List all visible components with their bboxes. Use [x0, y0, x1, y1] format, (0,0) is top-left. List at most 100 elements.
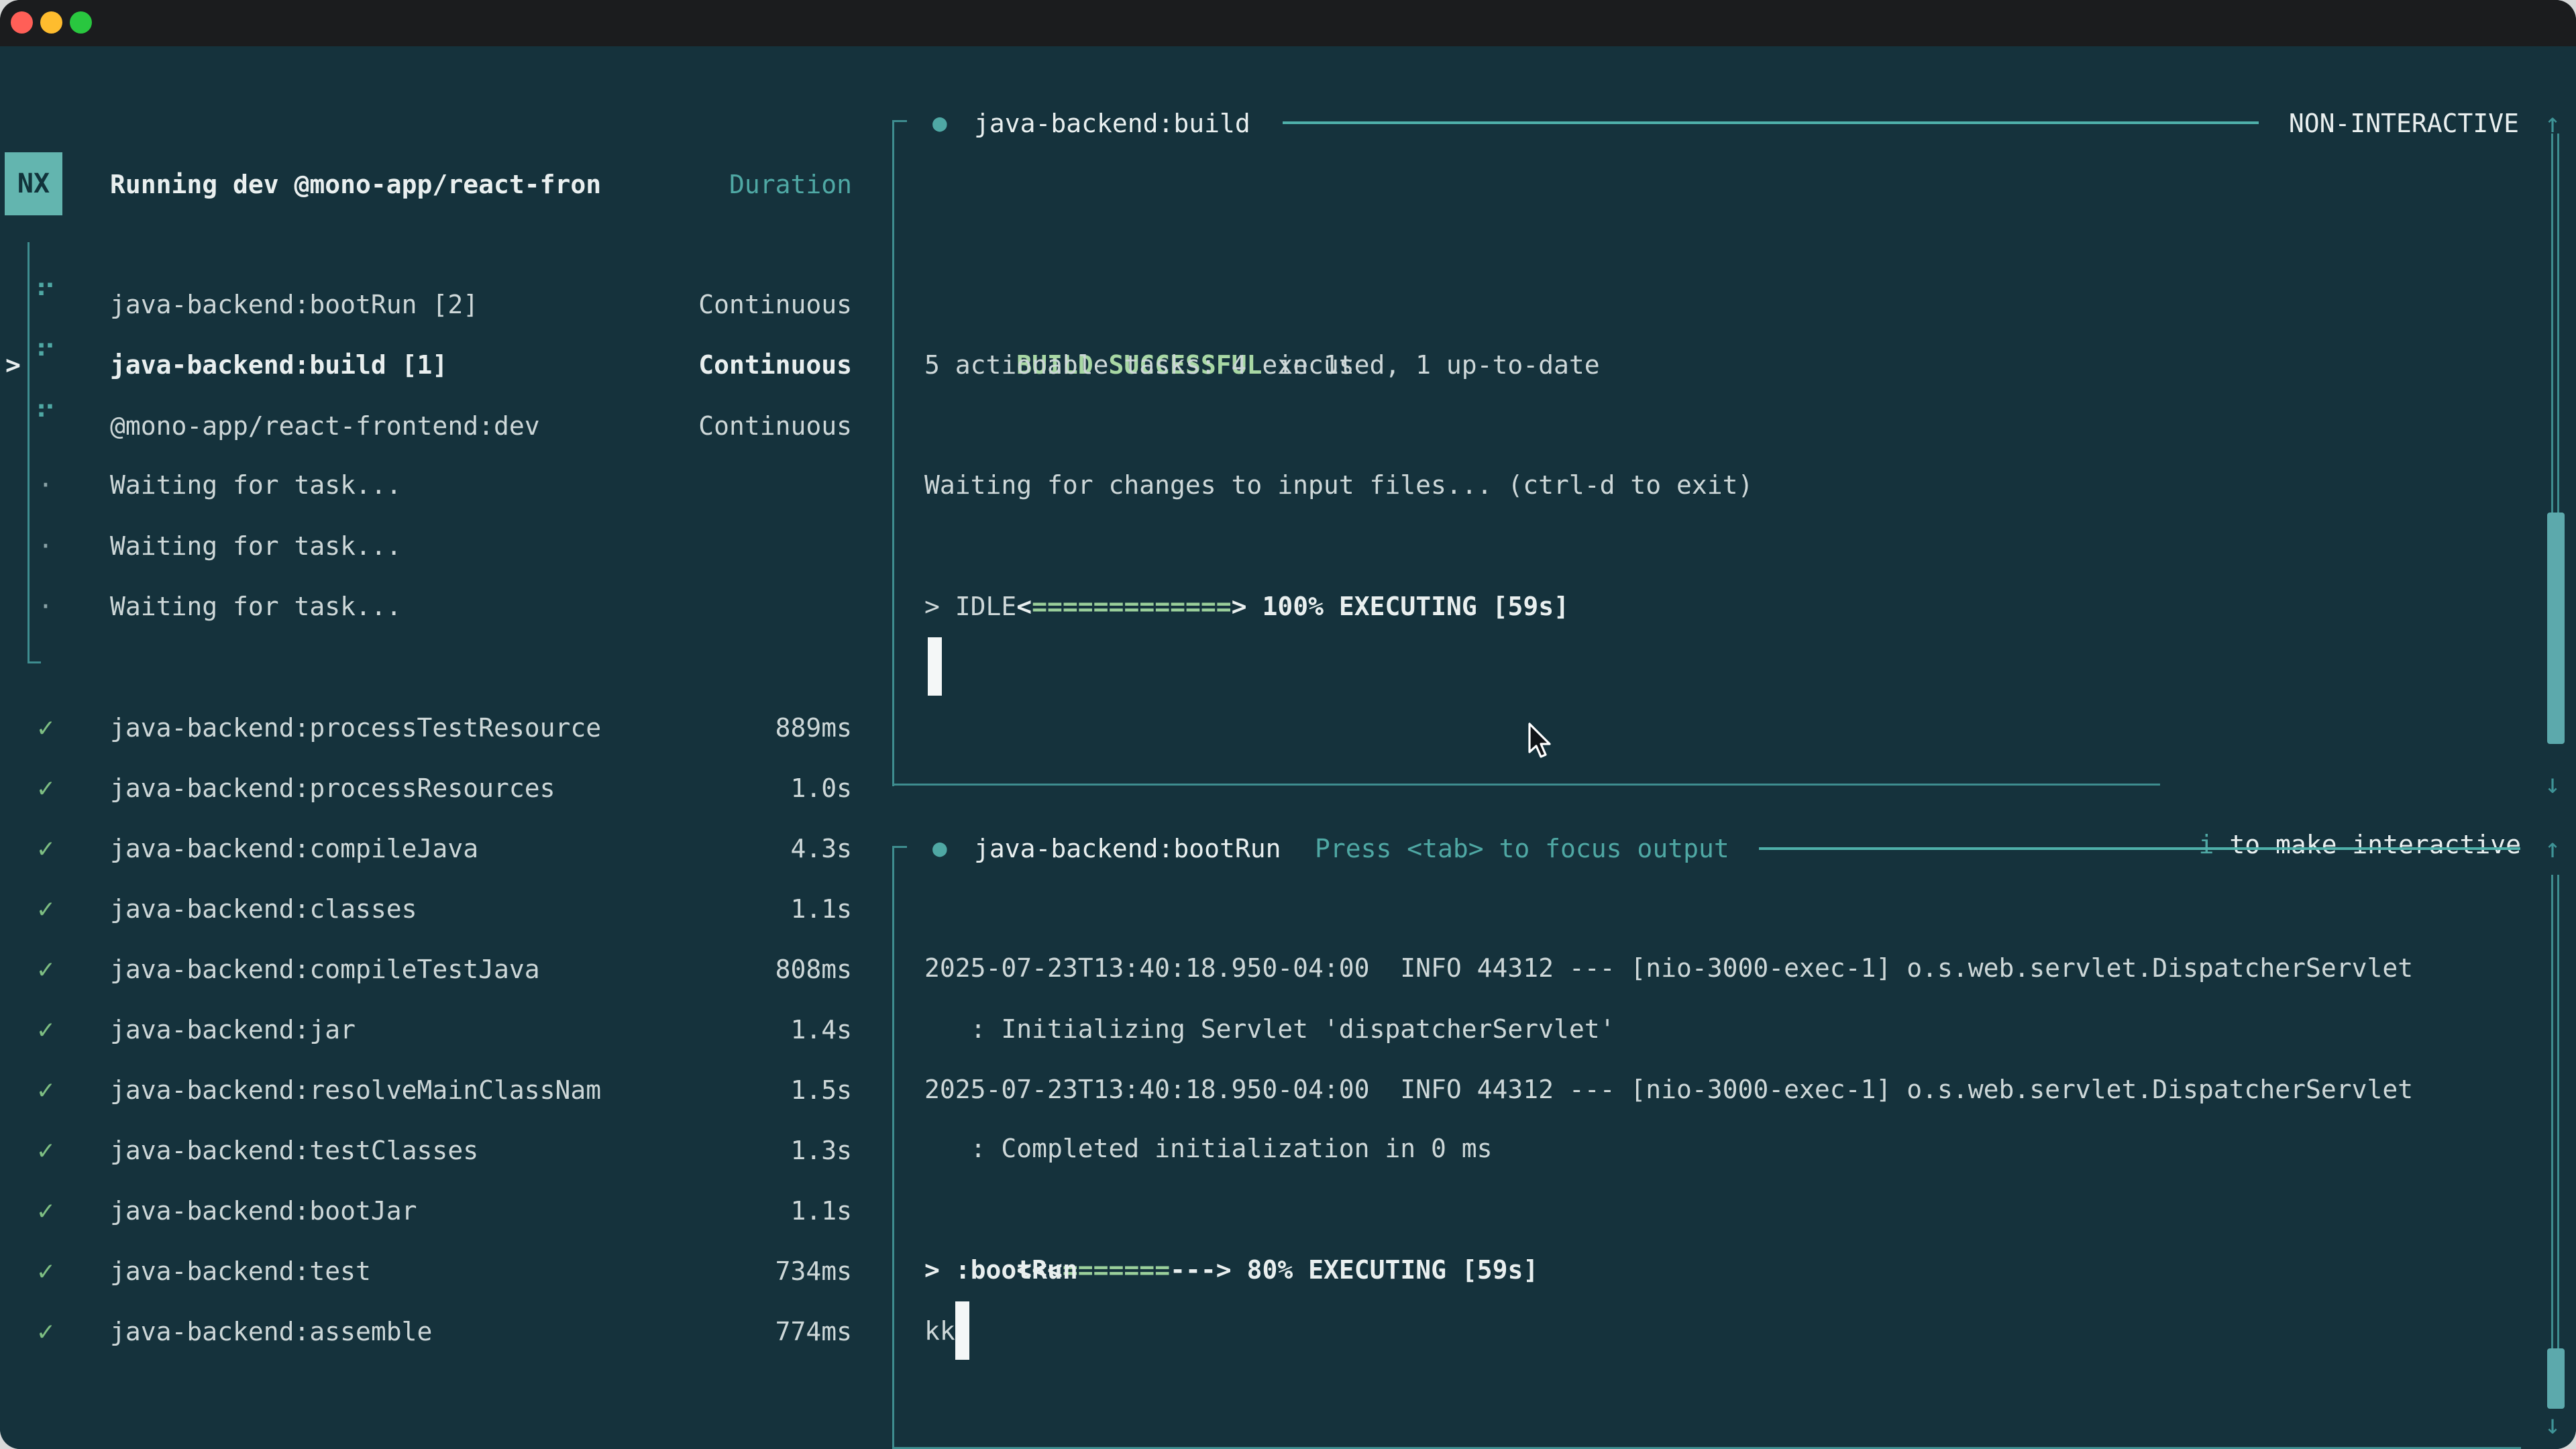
build-scrollbar-thumb[interactable] [2547, 513, 2565, 744]
zoom-button[interactable] [70, 11, 92, 34]
bootrun-prompt-line: > :bootRun [924, 1240, 1078, 1300]
pagination: ← 1/2 → [25, 1422, 163, 1449]
task-status: Continuous [698, 335, 852, 395]
task-row-bootrun[interactable]: java-backend:bootRun [2] Continuous [110, 274, 852, 335]
keyboard-hints: quit: q help: ? [682, 1422, 851, 1449]
gradle-progress-bar: <=============>100% EXECUTING [59s] [924, 516, 1569, 576]
task-duration: 4.3s [790, 818, 852, 879]
build-panel-bottom-border [892, 784, 2160, 786]
log-line: 2025-07-23T13:40:18.950-04:00 INFO 44312… [924, 1059, 2413, 1120]
check-icon: ✓ [31, 1301, 60, 1362]
task-label: java-backend:bootRun [2] [110, 274, 478, 335]
check-icon: ✓ [31, 758, 60, 818]
task-row-completed[interactable]: java-backend:assemble 774ms [110, 1301, 852, 1362]
task-status: Continuous [698, 396, 852, 456]
focus-output-hint: Press <tab> to focus output [1315, 818, 1729, 879]
check-icon: ✓ [31, 1060, 60, 1120]
task-duration: 1.0s [790, 758, 852, 818]
task-group-bracket [28, 242, 30, 663]
waiting-dot-icon: · [31, 455, 60, 515]
close-button[interactable] [11, 11, 33, 34]
task-status: Continuous [698, 274, 852, 335]
task-row-waiting: Waiting for task... [110, 455, 852, 515]
task-duration: 889ms [775, 698, 852, 758]
build-panel-title: java-backend:build [974, 93, 1250, 154]
terminal-window: NX Running dev @mono-app/react-fron Dura… [0, 0, 2576, 1449]
task-duration: 1.1s [790, 1181, 852, 1241]
build-panel-header-rule [1283, 121, 2259, 124]
task-label: java-backend:testClasses [110, 1120, 478, 1181]
task-duration: 774ms [775, 1301, 852, 1362]
task-row-waiting: Waiting for task... [110, 516, 852, 576]
bootrun-panel-bullet-icon: ● [932, 818, 947, 879]
scroll-up-icon[interactable]: ↑ [2544, 818, 2561, 879]
check-icon: ✓ [31, 1241, 60, 1301]
idle-status-line: > IDLE [924, 576, 1016, 637]
task-label: java-backend:jar [110, 1000, 356, 1060]
task-row-completed[interactable]: java-backend:compileJava 4.3s [110, 818, 852, 879]
bootrun-panel-corner [892, 846, 907, 848]
build-panel-mode-badge: NON-INTERACTIVE [2289, 93, 2519, 154]
interactive-hint: i to make interactive [2106, 754, 2521, 814]
check-icon: ✓ [31, 939, 60, 1000]
spinner-icon: ⠋ [31, 266, 60, 327]
spinner-icon: ⠋ [31, 327, 60, 387]
task-duration: 808ms [775, 939, 852, 1000]
interactive-hint-key: i [2199, 830, 2214, 859]
task-row-completed[interactable]: java-backend:test 734ms [110, 1241, 852, 1301]
task-row-completed[interactable]: java-backend:testClasses 1.3s [110, 1120, 852, 1181]
check-icon: ✓ [31, 698, 60, 758]
minimize-button[interactable] [40, 11, 62, 34]
log-line: : Initializing Servlet 'dispatcherServle… [924, 999, 1615, 1059]
check-icon: ✓ [31, 1181, 60, 1241]
check-icon: ✓ [31, 818, 60, 879]
log-line: 2025-07-23T13:40:18.950-04:00 INFO 44312… [924, 938, 2413, 998]
progress-fill: ======= [1063, 1255, 1170, 1285]
task-label: java-backend:resolveMainClassNam [110, 1060, 601, 1120]
task-duration: 1.3s [790, 1120, 852, 1181]
progress-open-bracket: < [1016, 592, 1032, 621]
task-duration: 1.1s [790, 879, 852, 939]
task-row-completed[interactable]: java-backend:compileTestJava 808ms [110, 939, 852, 1000]
task-row-build-selected[interactable]: java-backend:build [1] Continuous [110, 335, 852, 395]
task-list-title: Running dev @mono-app/react-fron [110, 154, 601, 215]
build-panel-left-border [892, 120, 894, 786]
nx-logo-badge: NX [5, 152, 62, 215]
task-row-completed[interactable]: java-backend:processTestResource 889ms [110, 698, 852, 758]
progress-label: 80% EXECUTING [59s] [1247, 1255, 1539, 1285]
scroll-down-icon[interactable]: ↓ [2544, 1395, 2561, 1449]
task-label: java-backend:test [110, 1241, 371, 1301]
terminal-cursor [955, 1301, 969, 1360]
duration-column-header: Duration [729, 154, 852, 215]
task-row-completed[interactable]: java-backend:resolveMainClassNam 1.5s [110, 1060, 852, 1120]
task-label: java-backend:processTestResource [110, 698, 601, 758]
task-label: Waiting for task... [110, 576, 402, 637]
task-label: Waiting for task... [110, 516, 402, 576]
build-scrollbar-track[interactable] [2551, 133, 2559, 513]
check-icon: ✓ [31, 1000, 60, 1060]
task-label: java-backend:classes [110, 879, 417, 939]
log-line: : Completed initialization in 0 ms [924, 1118, 1492, 1179]
task-row-completed[interactable]: java-backend:processResources 1.0s [110, 758, 852, 818]
check-icon: ✓ [31, 879, 60, 939]
bootrun-panel-title: java-backend:bootRun [974, 818, 1281, 879]
actionable-tasks-line: 5 actionable tasks: 4 executed, 1 up-to-… [924, 335, 1600, 395]
task-row-completed[interactable]: java-backend:jar 1.4s [110, 1000, 852, 1060]
task-list-header: Running dev @mono-app/react-fron Duratio… [110, 154, 852, 215]
task-row-completed[interactable]: java-backend:classes 1.1s [110, 879, 852, 939]
task-label: java-backend:build [1] [110, 335, 447, 395]
build-success-line: BUILD SUCCESSFUL in 1s [924, 274, 1354, 335]
build-panel-bullet-icon: ● [932, 93, 947, 154]
waiting-dot-icon: · [31, 576, 60, 637]
nx-tui: NX Running dev @mono-app/react-fron Dura… [0, 46, 2576, 1449]
bootrun-input-line[interactable]: kk [924, 1301, 955, 1361]
task-row-completed[interactable]: java-backend:bootJar 1.1s [110, 1181, 852, 1241]
task-label: java-backend:compileJava [110, 818, 478, 879]
bootrun-scrollbar-track[interactable] [2551, 875, 2559, 1348]
mouse-cursor [1525, 722, 1558, 763]
task-group-bracket-foot [28, 661, 41, 663]
scroll-down-icon[interactable]: ↓ [2544, 754, 2561, 814]
task-row-frontend-dev[interactable]: @mono-app/react-frontend:dev Continuous [110, 396, 852, 456]
interactive-hint-text: to make interactive [2214, 830, 2521, 859]
progress-close-bracket: > [1232, 592, 1247, 621]
